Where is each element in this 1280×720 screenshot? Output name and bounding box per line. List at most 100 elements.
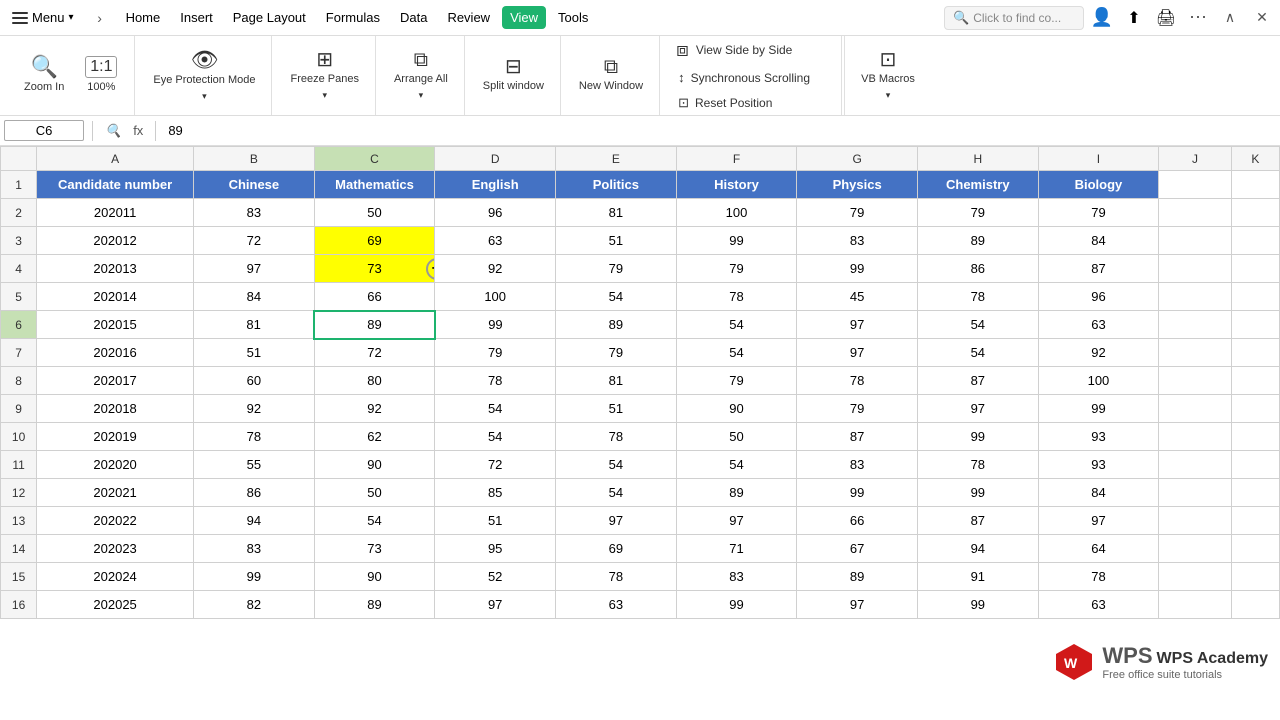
cell-H3[interactable]: 89 xyxy=(917,227,1038,255)
cell-I11[interactable]: 93 xyxy=(1038,451,1159,479)
cell-I6[interactable]: 63 xyxy=(1038,311,1159,339)
cell-A8[interactable]: 202017 xyxy=(37,367,194,395)
cell-G13[interactable]: 66 xyxy=(797,507,918,535)
print-icon-btn[interactable]: 🖨 xyxy=(1152,4,1180,32)
row-header-1[interactable]: 1 xyxy=(1,171,37,199)
reset-position-btn[interactable]: ⊡ Reset Position xyxy=(670,91,780,115)
zoom-pct-btn[interactable]: 1:1 100% xyxy=(76,42,126,110)
cell-D6[interactable]: 99 xyxy=(435,311,556,339)
cell-B16[interactable]: 82 xyxy=(194,591,315,619)
row-header-9[interactable]: 9 xyxy=(1,395,37,423)
cell-K15[interactable] xyxy=(1231,563,1279,591)
row-header-3[interactable]: 3 xyxy=(1,227,37,255)
sync-scroll-btn[interactable]: ↕ Synchronous Scrolling xyxy=(670,66,818,89)
cell-I7[interactable]: 92 xyxy=(1038,339,1159,367)
cell-C6[interactable]: 89 xyxy=(314,311,435,339)
split-window-btn[interactable]: ⊟ Split window xyxy=(475,42,552,110)
cell-H7[interactable]: 54 xyxy=(917,339,1038,367)
cell-G5[interactable]: 45 xyxy=(797,283,918,311)
cell-C3[interactable]: 69 xyxy=(314,227,435,255)
cell-b1[interactable]: Chinese xyxy=(194,171,315,199)
cell-E4[interactable]: 79 xyxy=(556,255,677,283)
cell-G4[interactable]: 99 xyxy=(797,255,918,283)
col-header-b[interactable]: B xyxy=(194,147,315,171)
cell-E8[interactable]: 81 xyxy=(556,367,677,395)
cell-H2[interactable]: 79 xyxy=(917,199,1038,227)
cell-A2[interactable]: 202011 xyxy=(37,199,194,227)
new-window-btn[interactable]: ⧉ New Window xyxy=(571,42,651,110)
cell-J3[interactable] xyxy=(1159,227,1231,255)
zoom-in-btn[interactable]: 🔍 Zoom In xyxy=(16,42,72,110)
cell-B10[interactable]: 78 xyxy=(194,423,315,451)
cell-K13[interactable] xyxy=(1231,507,1279,535)
cell-C14[interactable]: 73 xyxy=(314,535,435,563)
freeze-panes-btn[interactable]: ⊞ Freeze Panes ▾ xyxy=(282,42,366,110)
menu-data[interactable]: Data xyxy=(392,6,435,29)
cell-B9[interactable]: 92 xyxy=(194,395,315,423)
cell-I9[interactable]: 99 xyxy=(1038,395,1159,423)
cell-J2[interactable] xyxy=(1159,199,1231,227)
cell-G12[interactable]: 99 xyxy=(797,479,918,507)
cell-J4[interactable] xyxy=(1159,255,1231,283)
cell-E13[interactable]: 97 xyxy=(556,507,677,535)
cell-K5[interactable] xyxy=(1231,283,1279,311)
cell-G3[interactable]: 83 xyxy=(797,227,918,255)
cell-C7[interactable]: 72 xyxy=(314,339,435,367)
expand-quick-access[interactable]: › xyxy=(86,4,114,32)
cell-B13[interactable]: 94 xyxy=(194,507,315,535)
cell-I10[interactable]: 93 xyxy=(1038,423,1159,451)
cell-A3[interactable]: 202012 xyxy=(37,227,194,255)
cell-E2[interactable]: 81 xyxy=(556,199,677,227)
cell-C10[interactable]: 62 xyxy=(314,423,435,451)
cell-F9[interactable]: 90 xyxy=(676,395,797,423)
cell-H10[interactable]: 99 xyxy=(917,423,1038,451)
cell-H9[interactable]: 97 xyxy=(917,395,1038,423)
cell-K11[interactable] xyxy=(1231,451,1279,479)
cell-F8[interactable]: 79 xyxy=(676,367,797,395)
cell-H14[interactable]: 94 xyxy=(917,535,1038,563)
cell-E10[interactable]: 78 xyxy=(556,423,677,451)
cell-I15[interactable]: 78 xyxy=(1038,563,1159,591)
cell-J14[interactable] xyxy=(1159,535,1231,563)
cell-J10[interactable] xyxy=(1159,423,1231,451)
cell-F5[interactable]: 78 xyxy=(676,283,797,311)
cell-j1[interactable] xyxy=(1159,171,1231,199)
cell-D13[interactable]: 51 xyxy=(435,507,556,535)
cell-C13[interactable]: 54 xyxy=(314,507,435,535)
cell-A15[interactable]: 202024 xyxy=(37,563,194,591)
cell-C4[interactable]: 73✛ xyxy=(314,255,435,283)
col-header-g[interactable]: G xyxy=(797,147,918,171)
cell-I8[interactable]: 100 xyxy=(1038,367,1159,395)
cell-B8[interactable]: 60 xyxy=(194,367,315,395)
cell-B15[interactable]: 99 xyxy=(194,563,315,591)
cell-E12[interactable]: 54 xyxy=(556,479,677,507)
cell-A11[interactable]: 202020 xyxy=(37,451,194,479)
cell-J12[interactable] xyxy=(1159,479,1231,507)
cell-B4[interactable]: 97 xyxy=(194,255,315,283)
cell-F10[interactable]: 50 xyxy=(676,423,797,451)
cell-A4[interactable]: 202013 xyxy=(37,255,194,283)
cell-K2[interactable] xyxy=(1231,199,1279,227)
vb-macros-btn[interactable]: ⊡ VB Macros ▾ xyxy=(853,42,923,110)
cell-B7[interactable]: 51 xyxy=(194,339,315,367)
row-header-15[interactable]: 15 xyxy=(1,563,37,591)
cell-K8[interactable] xyxy=(1231,367,1279,395)
cell-B11[interactable]: 55 xyxy=(194,451,315,479)
row-header-16[interactable]: 16 xyxy=(1,591,37,619)
row-header-10[interactable]: 10 xyxy=(1,423,37,451)
row-header-11[interactable]: 11 xyxy=(1,451,37,479)
cell-B6[interactable]: 81 xyxy=(194,311,315,339)
cell-I16[interactable]: 63 xyxy=(1038,591,1159,619)
cell-H4[interactable]: 86 xyxy=(917,255,1038,283)
cell-c1[interactable]: Mathematics xyxy=(314,171,435,199)
cell-D11[interactable]: 72 xyxy=(435,451,556,479)
cell-J11[interactable] xyxy=(1159,451,1231,479)
cell-A6[interactable]: 202015 xyxy=(37,311,194,339)
cell-F6[interactable]: 54 xyxy=(676,311,797,339)
cell-I5[interactable]: 96 xyxy=(1038,283,1159,311)
cell-D15[interactable]: 52 xyxy=(435,563,556,591)
cell-F12[interactable]: 89 xyxy=(676,479,797,507)
cell-ref-input[interactable] xyxy=(4,120,84,141)
cell-K6[interactable] xyxy=(1231,311,1279,339)
cell-J7[interactable] xyxy=(1159,339,1231,367)
